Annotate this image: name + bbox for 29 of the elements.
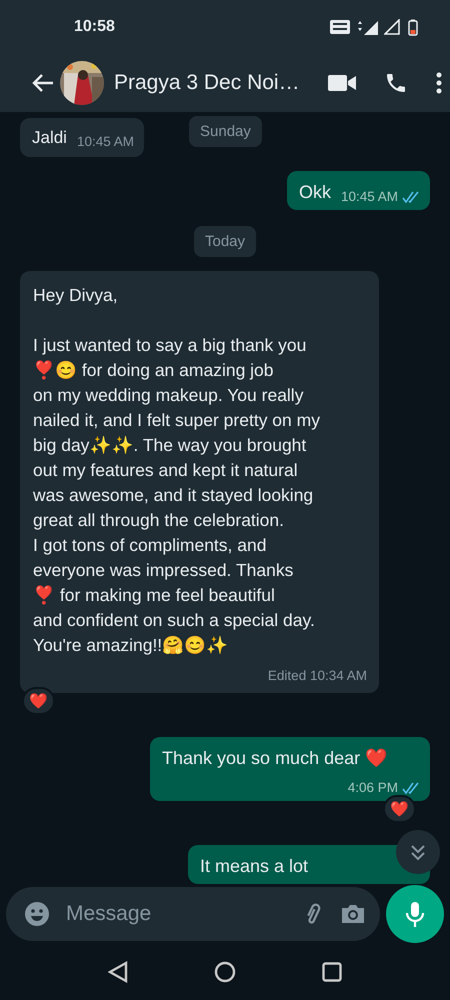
date-chip: Today bbox=[194, 226, 256, 257]
emoji-icon[interactable] bbox=[24, 901, 50, 927]
no-signal-icon bbox=[384, 19, 402, 35]
contact-name[interactable]: Pragya 3 Dec Noi… bbox=[114, 71, 300, 95]
battery-icon bbox=[408, 18, 418, 36]
message-bar[interactable]: Message bbox=[6, 887, 380, 941]
message-text: Jaldi bbox=[32, 127, 67, 149]
date-chip: Sunday bbox=[189, 116, 262, 147]
status-time: 10:58 bbox=[74, 18, 115, 36]
message-time: Edited 10:34 AM bbox=[268, 668, 367, 683]
video-call-icon[interactable] bbox=[328, 74, 356, 92]
home-nav-icon[interactable] bbox=[214, 961, 236, 983]
message-text: Hey Divya, I just wanted to say a big thank you ❣😊 for doing an amazing job on my wedding makeup. You really nailed it, and I felt super pretty on my big day✨✨. The way you brought out my features and kept it natural was awesome, and it stayed looking great all through the celebration. I got tons of compliments, and everyone was impressed. Thanks ❣ for making me feel beautiful and confident on such a special day. You're amazing!!🤗😊✨ bbox=[33, 284, 321, 657]
reaction-badge[interactable]: ❤ bbox=[22, 687, 55, 715]
microphone-button[interactable] bbox=[386, 885, 444, 943]
signal-icon bbox=[356, 19, 378, 35]
message-time: 10:45 AM bbox=[76, 134, 134, 149]
scroll-down-icon[interactable] bbox=[396, 830, 440, 874]
recents-nav-icon[interactable] bbox=[322, 962, 342, 982]
message-text: It means a lot bbox=[200, 855, 308, 878]
back-nav-icon[interactable] bbox=[108, 961, 128, 983]
message-time: 10:45 AM bbox=[340, 189, 398, 204]
message-time: 4:06 PM bbox=[348, 780, 398, 795]
message-text: Okk bbox=[298, 181, 331, 204]
reaction-badge[interactable]: ❤ bbox=[383, 795, 416, 823]
message-text: Thank you so much dear ❤ bbox=[162, 747, 388, 770]
back-icon[interactable] bbox=[32, 73, 54, 93]
camera-icon[interactable] bbox=[340, 903, 366, 925]
more-options-icon[interactable] bbox=[436, 72, 442, 94]
